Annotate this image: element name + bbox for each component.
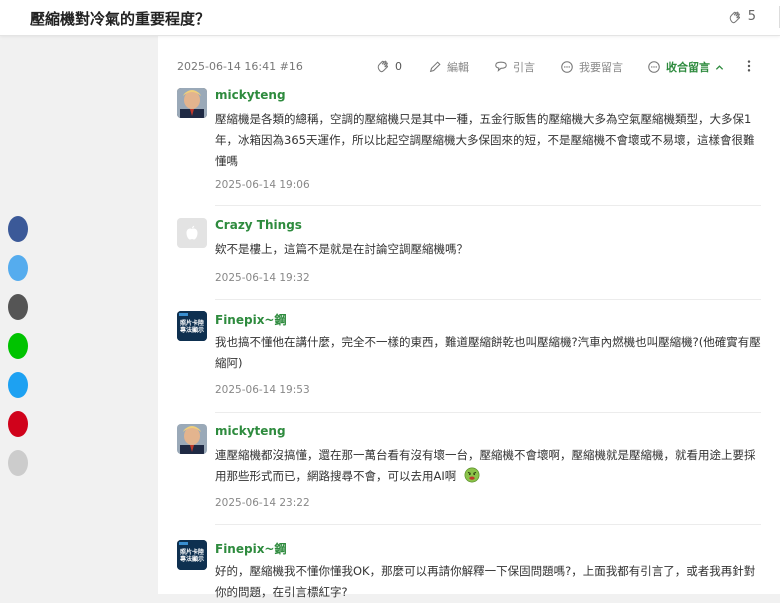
- comment-author[interactable]: Crazy Things: [215, 218, 302, 232]
- avatar-text: 照片卡陸: [179, 549, 204, 556]
- avatar-text: 照片卡陸: [179, 320, 204, 327]
- comment-time: 2025-06-14 19:53: [215, 384, 310, 396]
- twitter-share-icon[interactable]: [8, 255, 28, 281]
- comment-divider: [215, 205, 761, 206]
- comment-text-body: 連壓縮機都沒搞懂，還在那一萬台看有沒有壞一台，壓縮機不會壞啊，壓縮機就是壓縮機，…: [215, 448, 756, 483]
- comment-divider: [215, 412, 761, 413]
- comment-time: 2025-06-14 19:06: [215, 179, 310, 191]
- edit-label: 編輯: [447, 61, 469, 74]
- pencil-icon: [429, 61, 441, 73]
- post-action-bar: 2025-06-14 16:41 #16 0 編輯 引言 我要留言 收合留言: [158, 56, 780, 78]
- more-share-icon[interactable]: [8, 450, 28, 476]
- comment-time: 2025-06-14 19:32: [215, 272, 310, 284]
- like-count: 0: [395, 59, 402, 73]
- comment-author[interactable]: mickyteng: [215, 424, 286, 438]
- clap-count: 5: [747, 9, 756, 24]
- page-title: 壓縮機對冷氣的重要程度？: [30, 10, 211, 28]
- comment-divider: [215, 299, 761, 300]
- copy-link-icon[interactable]: [8, 294, 28, 320]
- more-options-button[interactable]: [746, 59, 752, 73]
- portrait-icon: [177, 88, 207, 118]
- topic-header: 壓縮機對冷氣的重要程度？ 5: [0, 0, 780, 36]
- post-timestamp: 2025-06-14 16:41 #16: [177, 60, 303, 73]
- comment-divider: [215, 524, 761, 525]
- avatar[interactable]: [177, 218, 207, 248]
- chevron-up-icon: [715, 64, 724, 70]
- collapse-comments-button[interactable]: 收合留言: [647, 59, 724, 75]
- clap-icon: [729, 11, 740, 23]
- reply-button[interactable]: 我要留言: [560, 59, 623, 75]
- comment-item: 照片卡陸 專法顯示 Finepix~鋼 我也搞不懂他在講什麼，完全不一樣的東西，…: [177, 311, 761, 423]
- comment-text: 好的，壓縮機我不懂你懂我OK，那麼可以再請你解釋一下保固問題嗎?，上面我都有引言…: [215, 564, 756, 599]
- telegram-share-icon[interactable]: [8, 372, 28, 398]
- comment-item: mickyteng 壓縮機是各類的總稱，空調的壓縮機只是其中一種，五金行販售的壓…: [177, 88, 761, 218]
- more-vertical-icon: [747, 60, 751, 72]
- facebook-share-icon[interactable]: [8, 216, 28, 242]
- comment-icon: [648, 61, 660, 73]
- angry-face-emoji-icon: [464, 467, 480, 483]
- line-share-icon[interactable]: [8, 333, 28, 359]
- comment-text: 欸不是樓上，這篇不是就是在討論空調壓縮機嗎？: [215, 242, 468, 256]
- quote-icon: [495, 61, 507, 72]
- comment-text: 連壓縮機都沒搞懂，還在那一萬台看有沒有壞一台，壓縮機不會壞啊，壓縮機就是壓縮機，…: [215, 445, 763, 487]
- comment-item: 照片卡陸 專法顯示 Finepix~鋼 好的，壓縮機我不懂你懂我OK，那麼可以再…: [177, 540, 761, 599]
- avatar-text: 專法顯示: [179, 556, 204, 563]
- avatar[interactable]: 照片卡陸 專法顯示: [177, 540, 207, 570]
- edit-button[interactable]: 編輯: [428, 59, 469, 75]
- quote-label: 引言: [513, 61, 535, 74]
- collapse-label: 收合留言: [666, 61, 710, 74]
- like-button[interactable]: 0: [376, 59, 402, 73]
- apple-logo-icon: [177, 218, 207, 248]
- comment-item: Crazy Things 欸不是樓上，這篇不是就是在討論空調壓縮機嗎？ 2025…: [177, 218, 761, 310]
- comment-text: 壓縮機是各類的總稱，空調的壓縮機只是其中一種，五金行販售的壓縮機大多為空氣壓縮機…: [215, 112, 755, 168]
- clap-icon: [377, 60, 389, 73]
- comment-author[interactable]: Finepix~鋼: [215, 311, 287, 328]
- avatar[interactable]: 照片卡陸 專法顯示: [177, 311, 207, 341]
- pinterest-share-icon[interactable]: [8, 411, 28, 437]
- avatar[interactable]: [177, 424, 207, 454]
- comment-icon: [561, 61, 573, 73]
- comment-item: mickyteng 連壓縮機都沒搞懂，還在那一萬台看有沒有壞一台，壓縮機不會壞啊…: [177, 424, 761, 534]
- post-content: 2025-06-14 16:41 #16 0 編輯 引言 我要留言 收合留言 m…: [158, 36, 780, 599]
- left-panel: [8, 36, 158, 594]
- comment-time: 2025-06-14 23:22: [215, 497, 310, 509]
- avatar[interactable]: [177, 88, 207, 118]
- clap-counter[interactable]: 5: [728, 9, 756, 24]
- comment-author[interactable]: Finepix~鋼: [215, 540, 287, 557]
- avatar-text: 專法顯示: [179, 327, 204, 334]
- quote-button[interactable]: 引言: [494, 59, 535, 75]
- comment-text: 我也搞不懂他在講什麼，完全不一樣的東西，難道壓縮餅乾也叫壓縮機?汽車內燃機也叫壓…: [215, 335, 761, 370]
- reply-label: 我要留言: [579, 61, 623, 74]
- portrait-icon: [177, 424, 207, 454]
- comment-author[interactable]: mickyteng: [215, 88, 286, 102]
